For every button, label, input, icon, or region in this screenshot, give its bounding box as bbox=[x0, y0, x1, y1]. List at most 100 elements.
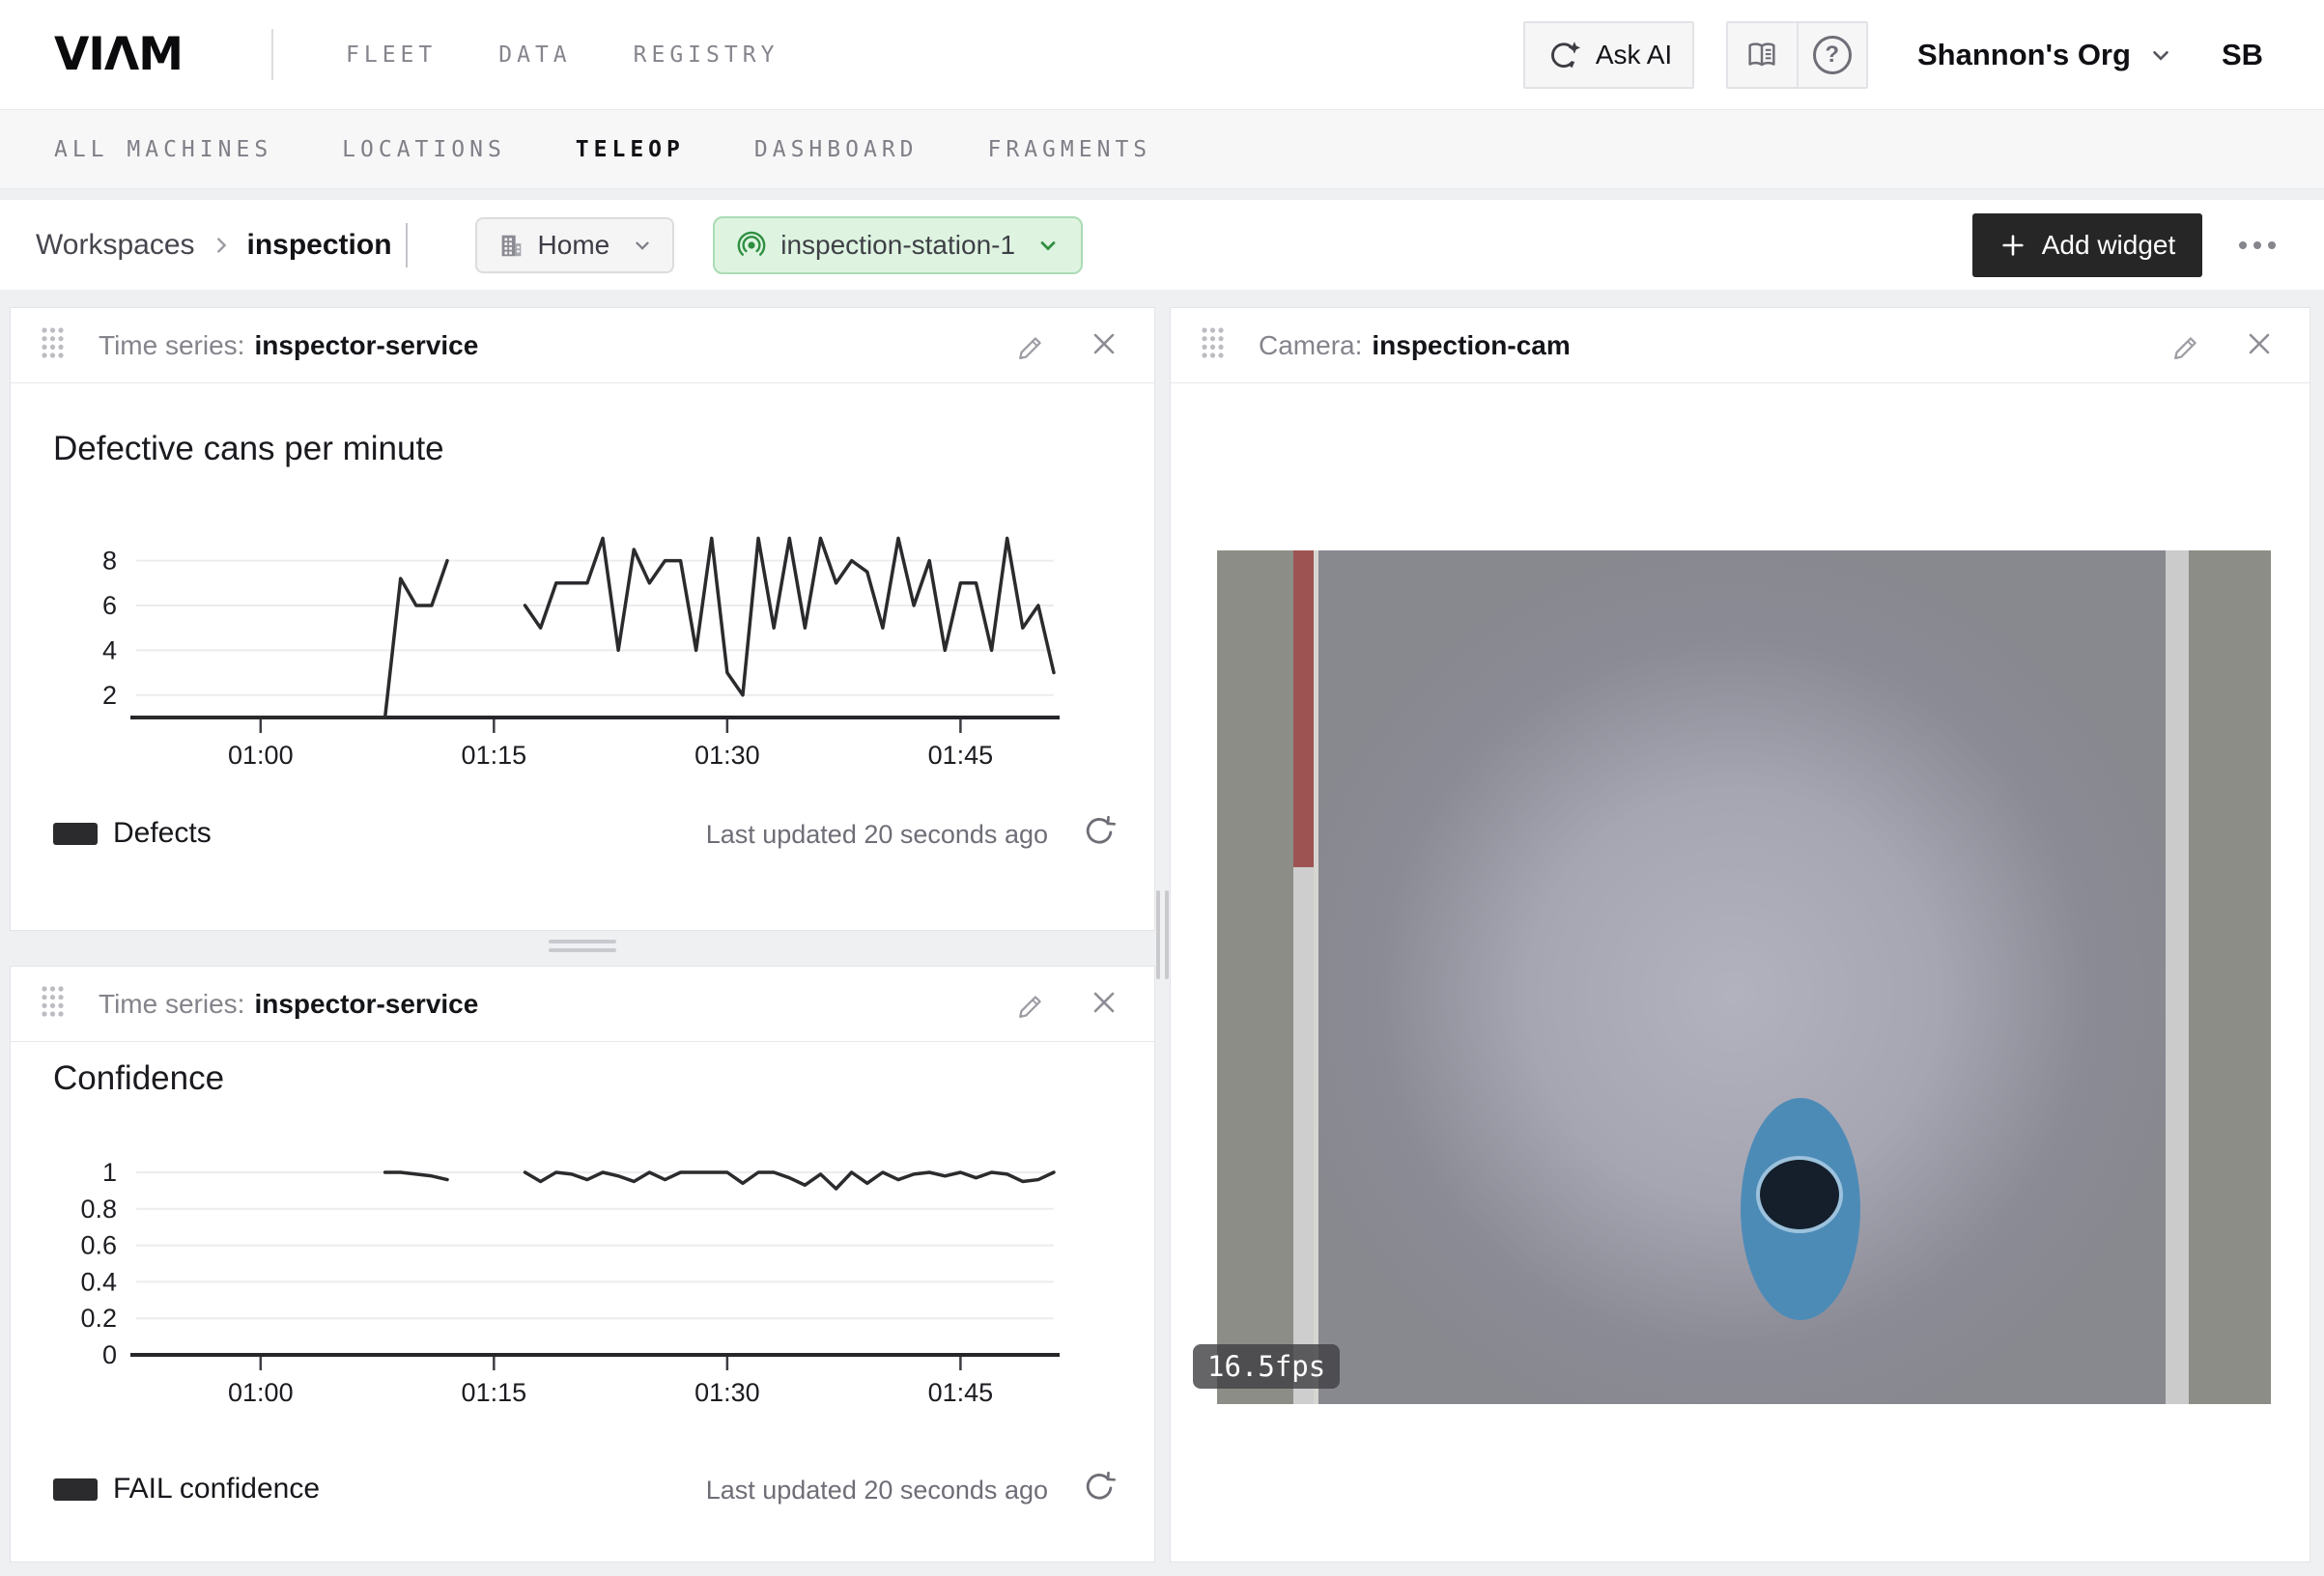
widget-kind: Time series: bbox=[99, 330, 244, 361]
legend-label: FAIL confidence bbox=[113, 1473, 320, 1506]
svg-text:1: 1 bbox=[102, 1160, 117, 1187]
widget-kind: Time series: bbox=[99, 989, 244, 1020]
org-name: Shannon's Org bbox=[1917, 38, 2131, 72]
camera-feed bbox=[1217, 550, 2271, 1404]
user-avatar[interactable]: SB bbox=[2222, 0, 2263, 109]
breadcrumb-current[interactable]: inspection bbox=[247, 229, 392, 262]
conveyor-edge-right bbox=[2189, 550, 2271, 1404]
chart-title: Confidence bbox=[53, 1059, 224, 1098]
tab-fragments[interactable]: FRAGMENTS bbox=[988, 137, 1152, 162]
location-selector[interactable]: Home bbox=[475, 217, 675, 273]
drag-handle-icon[interactable] bbox=[40, 984, 66, 1024]
add-widget-button[interactable]: Add widget bbox=[1972, 213, 2202, 277]
fps-badge: 16.5fps bbox=[1193, 1344, 1340, 1389]
edit-widget-button[interactable] bbox=[2168, 327, 2201, 363]
header-icon-group: ? bbox=[1726, 21, 1868, 89]
widget-header: Camera: inspection-cam bbox=[1171, 308, 2310, 383]
refresh-button[interactable] bbox=[1081, 812, 1118, 852]
tab-all-machines[interactable]: ALL MACHINES bbox=[54, 137, 272, 162]
primary-nav: FLEET DATA REGISTRY bbox=[346, 0, 779, 109]
svg-text:2: 2 bbox=[102, 681, 117, 710]
conveyor-belt bbox=[1318, 550, 2166, 1404]
ellipsis-icon bbox=[2235, 238, 2280, 253]
defects-chart: 246801:0001:1501:3001:45 bbox=[11, 528, 1156, 770]
tab-teleop[interactable]: TELEOP bbox=[576, 137, 685, 162]
tab-locations[interactable]: LOCATIONS bbox=[342, 137, 506, 162]
ask-ai-button[interactable]: Ask AI bbox=[1523, 21, 1694, 89]
help-button[interactable]: ? bbox=[1797, 23, 1867, 87]
detected-can bbox=[1741, 1098, 1860, 1320]
widget-confidence: Time series: inspector-service Confidenc… bbox=[10, 966, 1155, 1562]
tab-dashboard[interactable]: DASHBOARD bbox=[754, 137, 919, 162]
svg-text:01:00: 01:00 bbox=[228, 741, 294, 770]
widget-source: inspector-service bbox=[254, 989, 478, 1020]
svg-text:0: 0 bbox=[102, 1340, 117, 1369]
location-label: Home bbox=[538, 230, 610, 261]
row-resize-handle[interactable] bbox=[549, 940, 616, 957]
column-resize-handle[interactable] bbox=[1156, 890, 1169, 979]
plus-icon bbox=[1999, 232, 2026, 259]
top-header: VIΛM FLEET DATA REGISTRY Ask AI ? Shanno… bbox=[0, 0, 2324, 109]
edit-widget-button[interactable] bbox=[1013, 986, 1046, 1022]
workspace-toolbar: Workspaces inspection Home inspection-st… bbox=[0, 200, 2324, 290]
svg-text:01:30: 01:30 bbox=[694, 741, 760, 770]
svg-text:0.4: 0.4 bbox=[80, 1267, 117, 1296]
drag-handle-icon[interactable] bbox=[40, 325, 66, 365]
legend-label: Defects bbox=[113, 817, 212, 850]
last-updated-text: Last updated 20 seconds ago bbox=[706, 820, 1048, 850]
svg-text:01:15: 01:15 bbox=[462, 1378, 527, 1407]
widget-defects: Time series: inspector-service Defective… bbox=[10, 307, 1155, 931]
ask-ai-label: Ask AI bbox=[1596, 40, 1672, 70]
svg-text:01:15: 01:15 bbox=[462, 741, 527, 770]
refresh-button[interactable] bbox=[1081, 1468, 1118, 1507]
widget-header: Time series: inspector-service bbox=[11, 308, 1154, 383]
conveyor-edge-left bbox=[1217, 550, 1293, 1404]
org-switcher[interactable]: Shannon's Org bbox=[1917, 0, 2173, 109]
nav-item-fleet[interactable]: FLEET bbox=[346, 42, 437, 68]
chevron-down-icon bbox=[632, 235, 653, 256]
svg-text:0.6: 0.6 bbox=[80, 1231, 117, 1260]
edit-widget-button[interactable] bbox=[1013, 327, 1046, 363]
chevron-down-icon bbox=[2148, 42, 2173, 68]
docs-button[interactable] bbox=[1728, 23, 1797, 87]
fleet-subnav: ALL MACHINES LOCATIONS TELEOP DASHBOARD … bbox=[0, 109, 2324, 189]
chart-legend: Defects bbox=[53, 817, 212, 850]
book-icon bbox=[1743, 37, 1780, 73]
viam-logo[interactable]: VIΛM bbox=[54, 0, 183, 109]
confidence-chart: 00.20.40.60.8101:0001:1501:3001:45 bbox=[11, 1160, 1156, 1411]
help-icon: ? bbox=[1813, 36, 1852, 74]
close-widget-button[interactable] bbox=[1089, 328, 1119, 362]
machine-label: inspection-station-1 bbox=[780, 230, 1015, 261]
chevron-right-icon bbox=[211, 235, 232, 256]
widget-kind: Camera: bbox=[1259, 330, 1362, 361]
svg-text:8: 8 bbox=[102, 547, 117, 576]
breadcrumb-workspaces[interactable]: Workspaces bbox=[36, 229, 195, 262]
widget-header: Time series: inspector-service bbox=[11, 967, 1154, 1042]
machine-online-icon bbox=[736, 230, 767, 261]
conveyor-rail-right bbox=[2166, 550, 2189, 1404]
can-lid bbox=[1756, 1156, 1843, 1233]
legend-swatch bbox=[53, 1478, 98, 1501]
widget-source: inspector-service bbox=[254, 330, 478, 361]
svg-text:01:45: 01:45 bbox=[928, 741, 994, 770]
header-divider bbox=[271, 29, 273, 80]
text-cursor bbox=[406, 223, 408, 267]
chart-title: Defective cans per minute bbox=[53, 430, 444, 468]
close-widget-button[interactable] bbox=[2244, 328, 2275, 362]
widget-source: inspection-cam bbox=[1372, 330, 1570, 361]
svg-text:4: 4 bbox=[102, 635, 117, 664]
add-widget-label: Add widget bbox=[2042, 230, 2176, 261]
viam-app: VIΛM FLEET DATA REGISTRY Ask AI ? Shanno… bbox=[0, 0, 2324, 1576]
svg-text:0.2: 0.2 bbox=[80, 1304, 117, 1333]
nav-item-registry[interactable]: REGISTRY bbox=[634, 42, 779, 68]
machine-selector[interactable]: inspection-station-1 bbox=[713, 216, 1083, 274]
nav-item-data[interactable]: DATA bbox=[498, 42, 571, 68]
svg-text:01:30: 01:30 bbox=[694, 1378, 760, 1407]
more-menu-button[interactable] bbox=[2235, 238, 2280, 253]
svg-text:01:00: 01:00 bbox=[228, 1378, 294, 1407]
drag-handle-icon[interactable] bbox=[1200, 325, 1226, 365]
chart-legend: FAIL confidence bbox=[53, 1473, 320, 1506]
ask-ai-icon bbox=[1545, 37, 1582, 73]
conveyor-rail-left bbox=[1293, 550, 1314, 1404]
close-widget-button[interactable] bbox=[1089, 987, 1119, 1021]
